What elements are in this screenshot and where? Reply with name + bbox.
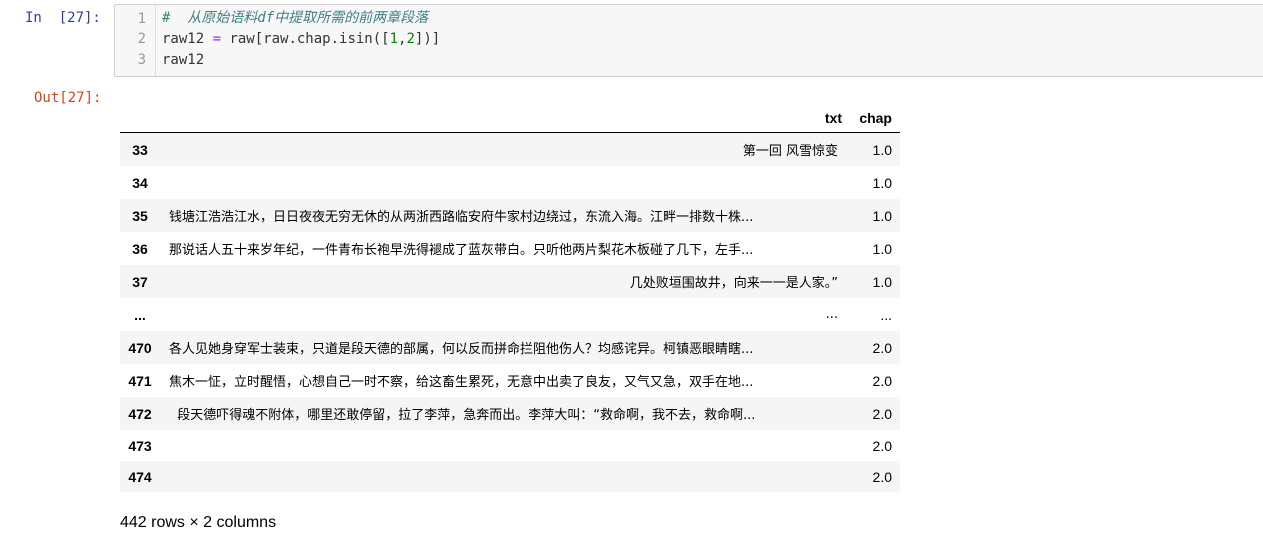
cell-chap: 1.0 (872, 273, 892, 290)
cell-chap: 1.0 (872, 174, 892, 191)
cell-txt: 各人见她身穿军士装束，只道是段天德的部属，何以反而拼命拦阻他伤人？均感诧异。柯镇… (169, 342, 754, 357)
row-index: 35 (132, 207, 148, 224)
cell-chap: 2.0 (872, 339, 892, 356)
cell-txt: 钱塘江浩浩江水，日日夜夜无穷无休的从两浙西路临安府牛家村边绕过，东流入海。江畔一… (169, 210, 754, 225)
output-prompt: Out[27]: (34, 90, 102, 106)
table-row: 33 第一回 风雪惊变 1.0 (120, 132, 900, 166)
cell-txt: 段天德吓得魂不附体，哪里还敢停留，拉了李萍，急奔而出。李萍大叫：“救命啊，我不去… (169, 408, 756, 423)
cell-chap: 2.0 (872, 405, 892, 422)
table-header-row: txt chap (120, 104, 900, 133)
cell-txt: 几处败垣围故井，向来一一是人家。” (629, 276, 838, 291)
table-row-ellipsis: ... ... ... (120, 298, 900, 331)
table-row: 470 各人见她身穿军士装束，只道是段天德的部属，何以反而拼命拦阻他伤人？均感诧… (120, 331, 900, 364)
cell-chap: 2.0 (872, 468, 892, 485)
cell-chap: 2.0 (872, 372, 892, 389)
cell-chap: ... (880, 306, 892, 323)
row-index: 470 (128, 339, 152, 356)
code-token: raw[raw.chap.isin([ (221, 31, 390, 47)
code-number: 1 (389, 31, 399, 47)
row-index: 472 (128, 405, 152, 422)
code-line-output-var[interactable]: raw12 (162, 50, 204, 70)
cell-chap: 2.0 (872, 437, 892, 454)
row-index: 36 (132, 240, 148, 257)
code-comment-line[interactable]: # 从原始语料df中提取所需的前两章段落 (162, 8, 428, 28)
table-row: 35 钱塘江浩浩江水，日日夜夜无穷无休的从两浙西路临安府牛家村边绕过，东流入海。… (120, 199, 900, 232)
dataframe-shape: 442 rows × 2 columns (120, 514, 277, 531)
row-index: 473 (128, 437, 152, 454)
dataframe-table: txt chap 33 第一回 风雪惊变 1.0 34 1.0 35 钱塘江浩浩… (120, 104, 900, 492)
row-index: 34 (132, 174, 148, 191)
cell-chap: 1.0 (872, 240, 892, 257)
column-header-chap: chap (848, 104, 900, 133)
line-number-gutter: 1 2 3 (115, 5, 156, 76)
line-number: 3 (137, 52, 146, 68)
table-row: 34 1.0 (120, 166, 900, 199)
line-number: 2 (137, 31, 146, 47)
table-row: 471 焦木一怔，立时醒悟，心想自己一时不察，给这畜生累死，无意中出卖了良友，又… (120, 364, 900, 397)
table-row: 474 2.0 (120, 461, 900, 492)
code-number: 2 (406, 31, 415, 47)
cell-txt (160, 430, 848, 461)
row-index: 33 (132, 141, 148, 158)
column-header-txt: txt (160, 104, 848, 133)
row-index: 37 (132, 273, 148, 290)
line-number: 1 (137, 11, 146, 27)
cell-txt (160, 461, 848, 492)
code-cell-editor[interactable]: 1 2 3 # 从原始语料df中提取所需的前两章段落 raw12 = raw[r… (114, 4, 1263, 77)
cell-txt: 第一回 风雪惊变 (742, 144, 838, 159)
input-prompt: In [27]: (25, 10, 101, 26)
row-index: 471 (128, 372, 152, 389)
cell-chap: 1.0 (872, 141, 892, 158)
cell-txt: 那说话人五十来岁年纪，一件青布长袍早洗得褪成了蓝灰带白。只听他两片梨花木板碰了几… (169, 243, 754, 258)
table-row: 37 几处败垣围故井，向来一一是人家。” 1.0 (120, 265, 900, 298)
index-header (120, 104, 160, 133)
cell-txt: ... (825, 307, 838, 322)
table-row: 472 段天德吓得魂不附体，哪里还敢停留，拉了李萍，急奔而出。李萍大叫：“救命啊… (120, 397, 900, 430)
row-index: ... (134, 306, 146, 323)
table-row: 473 2.0 (120, 430, 900, 461)
code-line-assignment[interactable]: raw12 = raw[raw.chap.isin([1,2])] (162, 29, 440, 49)
cell-chap: 1.0 (872, 207, 892, 224)
code-operator: = (212, 31, 222, 47)
row-index: 474 (128, 468, 152, 485)
code-token: ])] (414, 31, 441, 47)
cell-txt: 焦木一怔，立时醒悟，心想自己一时不察，给这畜生累死，无意中出卖了良友，又气又急，… (169, 375, 754, 390)
cell-txt (160, 166, 848, 199)
code-token: raw12 (162, 31, 213, 47)
table-row: 36 那说话人五十来岁年纪，一件青布长袍早洗得褪成了蓝灰带白。只听他两片梨花木板… (120, 232, 900, 265)
